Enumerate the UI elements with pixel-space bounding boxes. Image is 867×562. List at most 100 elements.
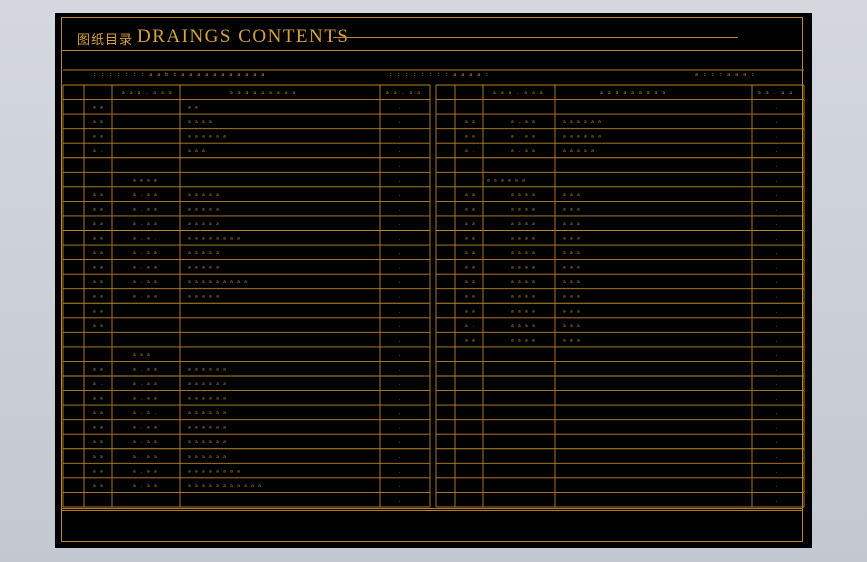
left-row-desc: a a a a a a xyxy=(188,455,227,460)
right-row-no: a a xyxy=(465,338,476,343)
left-row-no: a a xyxy=(93,309,104,314)
right-row-size: . xyxy=(775,222,779,227)
left-row-size: . xyxy=(398,484,402,489)
left-row-size: . xyxy=(398,338,402,343)
right-row-size: . xyxy=(775,193,779,198)
right-row-code: a . a a xyxy=(511,120,536,125)
right-row-size: . xyxy=(775,411,779,416)
right-row-desc: a a a xyxy=(563,207,581,212)
right-row-size: . xyxy=(775,353,779,358)
left-row-size: . xyxy=(398,106,402,111)
right-row-code: a a a a xyxy=(511,193,536,198)
left-header-drawing-no: a a a . a a a xyxy=(122,91,173,96)
left-row-size: . xyxy=(398,193,402,198)
left-row-size: . xyxy=(398,498,402,503)
right-row-no: a a xyxy=(465,120,476,125)
left-row-size: . xyxy=(398,309,402,314)
right-row-no: a a xyxy=(465,135,476,140)
left-row-code: a a a a xyxy=(133,178,158,183)
left-row-desc: a a a a a xyxy=(188,295,220,300)
left-row-no: a a xyxy=(93,469,104,474)
left-row-size: . xyxy=(398,397,402,402)
right-row-size: . xyxy=(775,324,779,329)
right-row-code: a a a a xyxy=(511,237,536,242)
left-header-description: a a a a a a a a a xyxy=(230,91,296,96)
right-row-code: a a a a a a xyxy=(487,178,526,183)
left-row-code: a . a a xyxy=(133,455,158,460)
left-row-size: . xyxy=(398,207,402,212)
right-row-size: . xyxy=(775,106,779,111)
left-row-size: . xyxy=(398,280,402,285)
right-row-desc: a a a a a a xyxy=(563,135,602,140)
left-row-desc: a a a a a a a a xyxy=(188,237,241,242)
left-row-code: a . a . xyxy=(133,237,158,242)
left-row-size: . xyxy=(398,426,402,431)
right-header-drawing-no: a a a . a a a xyxy=(493,91,544,96)
right-row-size: . xyxy=(775,426,779,431)
left-row-no: a a xyxy=(93,193,104,198)
left-row-no: a a xyxy=(93,367,104,372)
right-header-size: a a . a a xyxy=(758,91,793,96)
left-row-desc: a a a a a a xyxy=(188,382,227,387)
left-row-size: . xyxy=(398,367,402,372)
right-row-code: a a a a xyxy=(511,266,536,271)
left-row-code: a . a a xyxy=(133,295,158,300)
left-row-code: a . a a xyxy=(133,367,158,372)
left-row-no: a . xyxy=(93,149,104,154)
left-row-code: a . a a xyxy=(133,440,158,445)
left-row-code: a . a . xyxy=(133,411,158,416)
right-row-size: . xyxy=(775,295,779,300)
left-row-no: a a xyxy=(93,280,104,285)
left-row-no: a a xyxy=(93,295,104,300)
left-row-size: . xyxy=(398,120,402,125)
left-row-no: a a xyxy=(93,207,104,212)
right-row-no: a . xyxy=(465,149,476,154)
left-row-code: a . a a xyxy=(133,193,158,198)
right-row-size: . xyxy=(775,207,779,212)
left-row-desc: a a a a a a a a a xyxy=(188,280,248,285)
left-row-no: a a xyxy=(93,135,104,140)
right-row-no: a a xyxy=(465,222,476,227)
right-row-desc: a a a xyxy=(563,237,581,242)
right-row-no: a a xyxy=(465,280,476,285)
right-row-desc: a a a xyxy=(563,295,581,300)
left-row-size: . xyxy=(398,382,402,387)
left-row-desc: a a a a a a xyxy=(188,426,227,431)
left-row-no: a a xyxy=(93,266,104,271)
right-row-no: a a xyxy=(465,193,476,198)
right-row-no: a a xyxy=(465,237,476,242)
right-row-code: a a a a xyxy=(511,207,536,212)
left-row-size: . xyxy=(398,411,402,416)
right-row-size: . xyxy=(775,338,779,343)
left-row-code: a . a a xyxy=(133,382,158,387)
left-row-code: a . a a xyxy=(133,484,158,489)
right-row-code: a . a a xyxy=(511,135,536,140)
right-row-code: a a a a xyxy=(511,309,536,314)
left-row-no: a a xyxy=(93,120,104,125)
left-row-no: a a xyxy=(93,251,104,256)
left-header-size: a a . a a xyxy=(386,91,421,96)
left-row-desc: a a a a a a xyxy=(188,367,227,372)
right-header-description: a a a a a a a a a xyxy=(600,91,666,96)
right-row-desc: a a a xyxy=(563,309,581,314)
right-row-desc: a a a xyxy=(563,193,581,198)
left-row-size: . xyxy=(398,237,402,242)
left-row-size: . xyxy=(398,222,402,227)
right-row-desc: a a a xyxy=(563,266,581,271)
right-row-size: . xyxy=(775,498,779,503)
right-row-desc: a a a a a xyxy=(563,149,595,154)
footer-rule-upper xyxy=(61,508,803,509)
right-row-desc: a a a xyxy=(563,280,581,285)
left-row-no: a a xyxy=(93,106,104,111)
left-row-no: a a xyxy=(93,411,104,416)
left-row-code: a . a a xyxy=(133,426,158,431)
right-row-size: . xyxy=(775,484,779,489)
contents-table-grid: a a a . a a a a a a a a a a a a a a . a a a… xyxy=(62,69,805,508)
right-row-size: . xyxy=(775,237,779,242)
right-row-size: . xyxy=(775,135,779,140)
left-row-size: . xyxy=(398,164,402,169)
left-row-desc: a a a a a xyxy=(188,251,220,256)
right-row-size: . xyxy=(775,266,779,271)
right-row-no: a a xyxy=(465,295,476,300)
right-row-no: a a xyxy=(465,266,476,271)
